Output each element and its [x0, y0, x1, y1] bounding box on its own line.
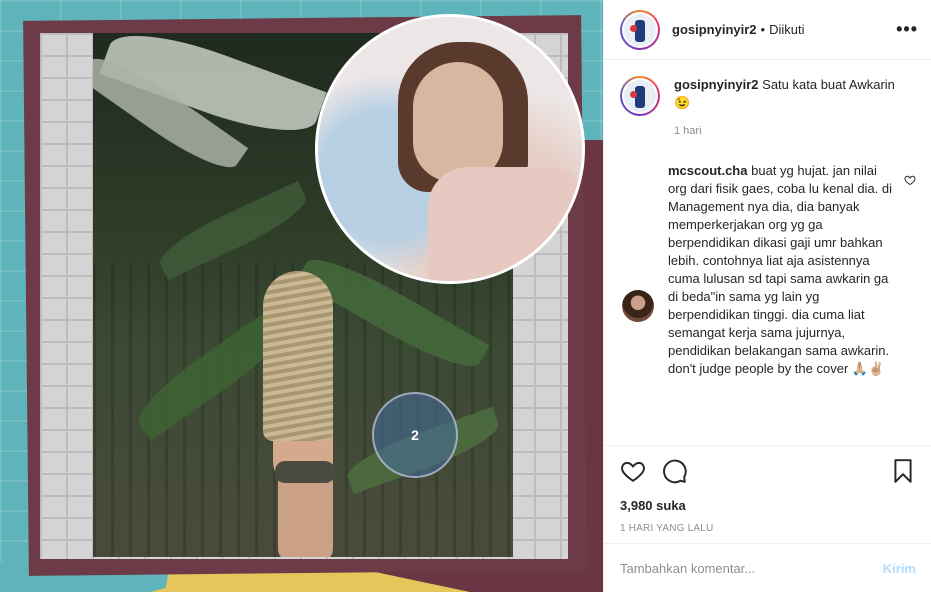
account-logo-icon	[624, 80, 656, 112]
caption-emoji: 😉	[674, 95, 691, 110]
post-actions: 3,980 suka 1 HARI YANG LALU	[604, 445, 931, 534]
comment-text: buat yg hujat. jan nilai org dari fisik …	[668, 163, 893, 376]
add-comment-bar: Kirim	[604, 543, 931, 592]
post-image[interactable]: 2	[0, 0, 603, 592]
like-heart-icon[interactable]	[620, 458, 646, 487]
account-logo-icon	[624, 13, 656, 46]
inset-portrait	[315, 14, 585, 284]
comment-bubble-icon[interactable]	[662, 458, 688, 487]
post-details-panel: gosipnyinyir2 • Diikuti ••• gosipnyinyir…	[603, 0, 931, 592]
comment-input[interactable]	[620, 560, 875, 576]
post-comment-button[interactable]: Kirim	[883, 561, 916, 576]
heart-outline-icon[interactable]	[904, 174, 916, 186]
follow-status[interactable]: Diikuti	[769, 22, 804, 37]
comments-list[interactable]: gosipnyinyir2 Satu kata buat Awkarin 😉 1…	[604, 60, 931, 445]
post-timestamp[interactable]: 1 HARI YANG LALU	[620, 523, 916, 534]
watermark-text: 2	[411, 427, 419, 443]
post-header: gosipnyinyir2 • Diikuti •••	[604, 0, 931, 60]
more-options-icon[interactable]: •••	[896, 20, 918, 38]
caption: gosipnyinyir2 Satu kata buat Awkarin 😉 1…	[620, 76, 916, 140]
caption-username[interactable]: gosipnyinyir2	[674, 77, 759, 92]
header-separator: •	[760, 22, 766, 37]
person-figure	[253, 271, 353, 557]
avatar[interactable]	[620, 76, 660, 116]
likes-count[interactable]: 3,980 suka	[620, 498, 916, 513]
header-username[interactable]: gosipnyinyir2	[672, 22, 757, 37]
bookmark-icon[interactable]	[890, 458, 916, 487]
caption-text: Satu kata buat Awkarin	[762, 77, 895, 92]
avatar[interactable]	[620, 9, 660, 50]
comment-emoji: 🙏🏼✌🏼	[851, 361, 885, 376]
avatar[interactable]	[622, 290, 654, 322]
watermark-logo: 2	[372, 392, 458, 478]
comment-username[interactable]: mcscout.cha	[668, 163, 747, 178]
list-item: mcscout.cha buat yg hujat. jan nilai org…	[620, 162, 916, 378]
caption-time[interactable]: 1 hari	[674, 122, 916, 140]
